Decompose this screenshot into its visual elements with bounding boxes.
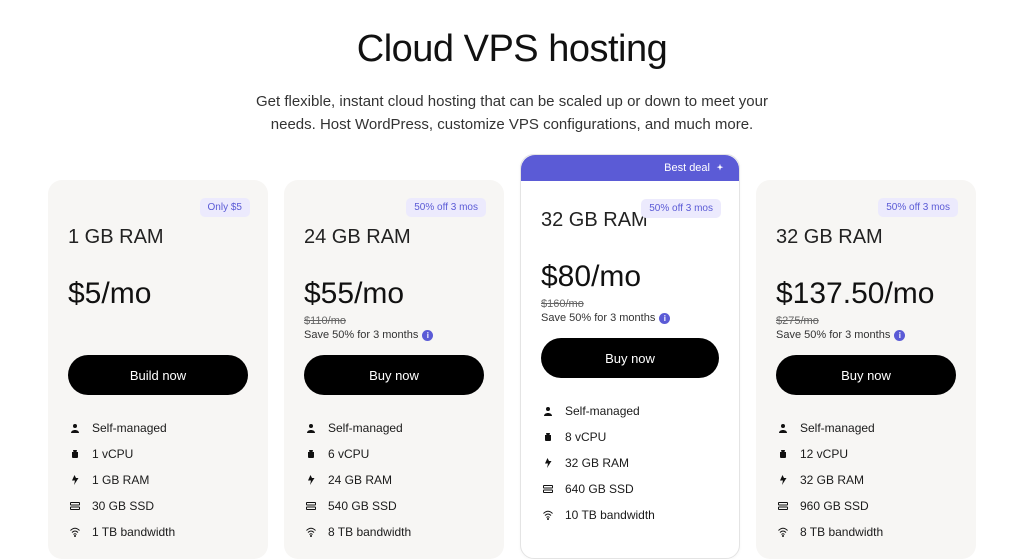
ssd-icon	[776, 499, 790, 513]
sparkle-icon	[715, 163, 725, 173]
plan-badge: 50% off 3 mos	[641, 199, 721, 218]
feature-item: Self-managed	[541, 404, 719, 418]
feature-item: 8 vCPU	[541, 430, 719, 444]
best-deal-banner: Best deal	[521, 155, 739, 181]
buy-now-button[interactable]: Buy now	[776, 355, 956, 395]
bandwidth-icon	[541, 508, 555, 522]
feature-item: 8 TB bandwidth	[776, 525, 956, 539]
feature-item: 640 GB SSD	[541, 482, 719, 496]
plan-save-text: Save 50% for 3 monthsi	[776, 329, 956, 341]
feature-item: 1 vCPU	[68, 447, 248, 461]
plan-title: 32 GB RAM	[776, 226, 956, 249]
feature-item: 32 GB RAM	[776, 473, 956, 487]
buy-now-button[interactable]: Buy now	[541, 338, 719, 378]
plan-card-0: Only $5 1 GB RAM $5/mo Build now Self-ma…	[48, 180, 268, 559]
feature-item: Self-managed	[68, 421, 248, 435]
info-icon[interactable]: i	[422, 330, 433, 341]
buy-now-button[interactable]: Buy now	[304, 355, 484, 395]
plan-original-price: $275/mo	[776, 315, 956, 327]
page-title: Cloud VPS hosting	[0, 28, 1024, 71]
plan-original-price: $160/mo	[541, 298, 719, 310]
plan-price: $5/mo	[68, 277, 248, 311]
plan-features: Self-managed 1 vCPU 1 GB RAM 30 GB SSD 1…	[68, 421, 248, 539]
feature-item: 8 TB bandwidth	[304, 525, 484, 539]
bandwidth-icon	[304, 525, 318, 539]
plan-card-1: 50% off 3 mos 24 GB RAM $55/mo $110/mo S…	[284, 180, 504, 559]
page-subtitle: Get flexible, instant cloud hosting that…	[242, 91, 782, 136]
ram-icon	[776, 473, 790, 487]
plan-features: Self-managed 8 vCPU 32 GB RAM 640 GB SSD…	[541, 404, 719, 522]
info-icon[interactable]: i	[894, 330, 905, 341]
plan-features: Self-managed 6 vCPU 24 GB RAM 540 GB SSD…	[304, 421, 484, 539]
feature-item: Self-managed	[304, 421, 484, 435]
plan-badge: 50% off 3 mos	[878, 198, 958, 217]
user-icon	[541, 404, 555, 418]
feature-item: 10 TB bandwidth	[541, 508, 719, 522]
plan-price: $80/mo	[541, 260, 719, 294]
ram-icon	[541, 456, 555, 470]
plan-title: 1 GB RAM	[68, 226, 248, 249]
feature-item: 32 GB RAM	[541, 456, 719, 470]
feature-item: 12 vCPU	[776, 447, 956, 461]
plan-title: 24 GB RAM	[304, 226, 484, 249]
feature-item: 24 GB RAM	[304, 473, 484, 487]
feature-item: 30 GB SSD	[68, 499, 248, 513]
plan-price: $55/mo	[304, 277, 484, 311]
plan-badge: 50% off 3 mos	[406, 198, 486, 217]
plan-badge: Only $5	[200, 198, 250, 217]
plan-card-2-best: Best deal 50% off 3 mos 32 GB RAM $80/mo…	[520, 154, 740, 559]
cpu-icon	[541, 430, 555, 444]
ram-icon	[304, 473, 318, 487]
feature-item: 960 GB SSD	[776, 499, 956, 513]
feature-item: Self-managed	[776, 421, 956, 435]
ssd-icon	[541, 482, 555, 496]
user-icon	[68, 421, 82, 435]
bandwidth-icon	[68, 525, 82, 539]
plan-original-price: $110/mo	[304, 315, 484, 327]
bandwidth-icon	[776, 525, 790, 539]
ssd-icon	[304, 499, 318, 513]
ssd-icon	[68, 499, 82, 513]
feature-item: 1 GB RAM	[68, 473, 248, 487]
cpu-icon	[304, 447, 318, 461]
plan-save-text: Save 50% for 3 monthsi	[541, 312, 719, 324]
plan-card-3: 50% off 3 mos 32 GB RAM $137.50/mo $275/…	[756, 180, 976, 559]
cpu-icon	[68, 447, 82, 461]
feature-item: 540 GB SSD	[304, 499, 484, 513]
cpu-icon	[776, 447, 790, 461]
feature-item: 1 TB bandwidth	[68, 525, 248, 539]
user-icon	[776, 421, 790, 435]
plan-price: $137.50/mo	[776, 277, 956, 311]
plan-save-text: Save 50% for 3 monthsi	[304, 329, 484, 341]
user-icon	[304, 421, 318, 435]
feature-item: 6 vCPU	[304, 447, 484, 461]
build-now-button[interactable]: Build now	[68, 355, 248, 395]
pricing-cards: Only $5 1 GB RAM $5/mo Build now Self-ma…	[0, 180, 1024, 559]
info-icon[interactable]: i	[659, 313, 670, 324]
plan-features: Self-managed 12 vCPU 32 GB RAM 960 GB SS…	[776, 421, 956, 539]
ram-icon	[68, 473, 82, 487]
